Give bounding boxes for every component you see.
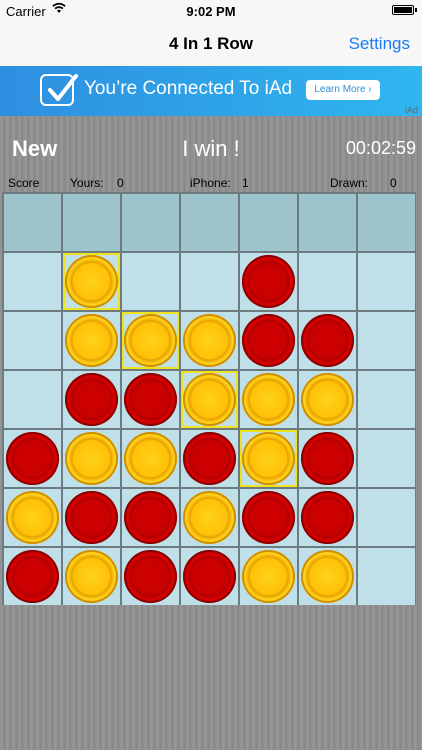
board-cell[interactable] xyxy=(299,430,356,487)
drop-cell[interactable] xyxy=(181,194,238,251)
drop-cell[interactable] xyxy=(4,194,61,251)
board-cell[interactable] xyxy=(63,371,120,428)
red-disc xyxy=(301,432,354,485)
board-cell[interactable] xyxy=(4,253,61,310)
score-label: Score xyxy=(8,176,40,190)
yellow-disc xyxy=(65,255,118,308)
yellow-disc xyxy=(124,432,177,485)
board-cell[interactable] xyxy=(63,430,120,487)
board-cell[interactable] xyxy=(63,489,120,546)
ad-text: You’re Connected To iAd xyxy=(84,78,293,99)
board-cell[interactable] xyxy=(181,371,238,428)
board-cell[interactable] xyxy=(299,371,356,428)
drawn-label: Drawn: xyxy=(330,176,369,190)
board-cell[interactable] xyxy=(240,253,297,310)
red-disc xyxy=(301,314,354,367)
drawn-score: 0 xyxy=(390,176,397,190)
red-disc xyxy=(183,550,236,603)
yellow-disc xyxy=(65,432,118,485)
board-cell[interactable] xyxy=(299,489,356,546)
yellow-disc xyxy=(183,491,236,544)
drop-cell[interactable] xyxy=(358,194,415,251)
game-area: New I win ! 00:02:59 Score Yours: 0 iPho… xyxy=(0,116,422,750)
iphone-score: 1 xyxy=(242,176,249,190)
board-cell[interactable] xyxy=(4,548,61,605)
status-bar: Carrier 9:02 PM xyxy=(0,0,422,22)
board-cell[interactable] xyxy=(358,489,415,546)
board-cell[interactable] xyxy=(358,312,415,369)
board-cell[interactable] xyxy=(181,489,238,546)
yellow-disc xyxy=(124,314,177,367)
board-cell[interactable] xyxy=(4,371,61,428)
board-cell[interactable] xyxy=(63,312,120,369)
board-cell[interactable] xyxy=(240,548,297,605)
yellow-disc xyxy=(65,314,118,367)
board-cell[interactable] xyxy=(63,548,120,605)
yours-score: 0 xyxy=(117,176,124,190)
game-board[interactable] xyxy=(2,192,416,605)
yellow-disc xyxy=(6,491,59,544)
board-cell[interactable] xyxy=(240,430,297,487)
board-cell[interactable] xyxy=(4,489,61,546)
board-cell[interactable] xyxy=(299,548,356,605)
board-cell[interactable] xyxy=(63,253,120,310)
board-cell[interactable] xyxy=(122,371,179,428)
board-cell[interactable] xyxy=(4,430,61,487)
navigation-bar: 4 In 1 Row Settings xyxy=(0,22,422,67)
red-disc xyxy=(65,491,118,544)
board-cell[interactable] xyxy=(358,371,415,428)
board-cell[interactable] xyxy=(358,430,415,487)
drop-cell[interactable] xyxy=(63,194,120,251)
board-cell[interactable] xyxy=(122,489,179,546)
yellow-disc xyxy=(65,550,118,603)
yellow-disc xyxy=(301,373,354,426)
yellow-disc xyxy=(242,432,295,485)
yellow-disc xyxy=(301,550,354,603)
drop-cell[interactable] xyxy=(299,194,356,251)
red-disc xyxy=(242,491,295,544)
settings-button[interactable]: Settings xyxy=(349,34,410,54)
red-disc xyxy=(242,255,295,308)
board-cell[interactable] xyxy=(299,312,356,369)
board-cell[interactable] xyxy=(4,312,61,369)
board-cell[interactable] xyxy=(240,489,297,546)
red-disc xyxy=(124,373,177,426)
board-cell[interactable] xyxy=(358,253,415,310)
red-disc xyxy=(124,491,177,544)
board-cell[interactable] xyxy=(181,548,238,605)
red-disc xyxy=(124,550,177,603)
board-cell[interactable] xyxy=(299,253,356,310)
red-disc xyxy=(183,432,236,485)
drop-cell[interactable] xyxy=(122,194,179,251)
yellow-disc xyxy=(242,373,295,426)
drop-cell[interactable] xyxy=(240,194,297,251)
board-cell[interactable] xyxy=(122,253,179,310)
iad-banner[interactable]: You’re Connected To iAd Learn More › iAd xyxy=(0,66,422,116)
board-cell[interactable] xyxy=(122,312,179,369)
yellow-disc xyxy=(183,314,236,367)
game-timer: 00:02:59 xyxy=(345,138,416,158)
board-cell[interactable] xyxy=(181,312,238,369)
iphone-label: iPhone: xyxy=(190,176,231,190)
iad-label: iAd xyxy=(404,105,418,115)
yours-label: Yours: xyxy=(70,176,104,190)
red-disc xyxy=(242,314,295,367)
red-disc xyxy=(6,550,59,603)
board-cell[interactable] xyxy=(181,430,238,487)
red-disc xyxy=(65,373,118,426)
yellow-disc xyxy=(183,373,236,426)
board-cell[interactable] xyxy=(181,253,238,310)
checkmark-icon xyxy=(40,74,78,106)
board-cell[interactable] xyxy=(358,548,415,605)
battery-icon xyxy=(392,5,417,15)
learn-more-button[interactable]: Learn More › xyxy=(306,80,380,100)
status-time: 9:02 PM xyxy=(186,4,236,19)
yellow-disc xyxy=(242,550,295,603)
red-disc xyxy=(6,432,59,485)
board-cell[interactable] xyxy=(240,371,297,428)
red-disc xyxy=(301,491,354,544)
board-cell[interactable] xyxy=(122,548,179,605)
board-cell[interactable] xyxy=(240,312,297,369)
board-cell[interactable] xyxy=(122,430,179,487)
